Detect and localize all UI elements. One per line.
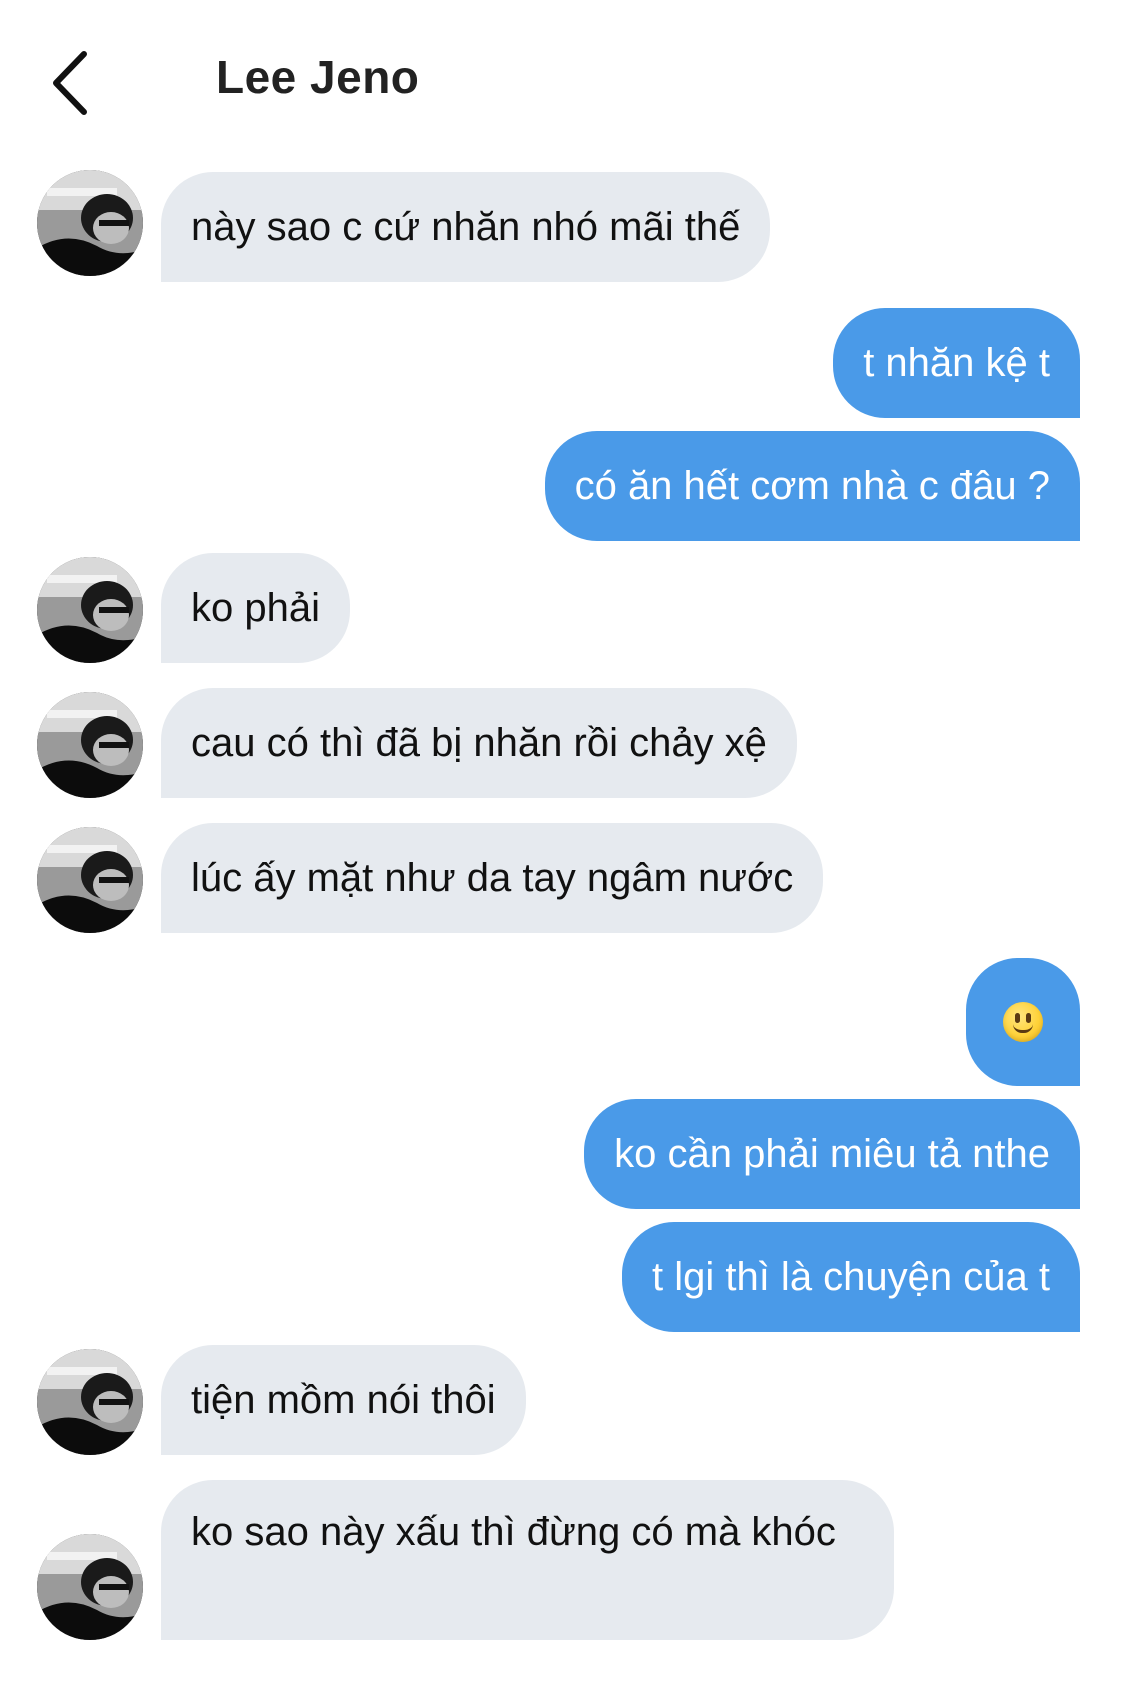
message-text: lúc ấy mặt như da tay ngâm nước <box>191 856 794 900</box>
contact-avatar[interactable] <box>37 1349 143 1455</box>
message-bubble-outgoing[interactable]: ko cần phải miêu tả nthe <box>584 1099 1080 1209</box>
message-bubble-incoming[interactable]: tiện mồm nói thôi <box>161 1345 526 1455</box>
message-text: tiện mồm nói thôi <box>191 1378 496 1422</box>
contact-avatar[interactable] <box>37 692 143 798</box>
message-bubble-incoming[interactable]: ko phải <box>161 553 350 663</box>
message-text: này sao c cứ nhăn nhó mãi thế <box>191 205 741 249</box>
message-text: có ăn hết cơm nhà c đâu ? <box>574 464 1050 508</box>
chat-header: Lee Jeno <box>0 0 1124 150</box>
message-text: ko cần phải miêu tả nthe <box>614 1132 1050 1176</box>
message-bubble-outgoing[interactable]: t lgi thì là chuyện của t <box>621 1222 1080 1332</box>
message-bubble-incoming[interactable]: này sao c cứ nhăn nhó mãi thế <box>161 172 771 282</box>
contact-avatar[interactable] <box>37 170 143 276</box>
message-bubble-outgoing[interactable] <box>966 958 1080 1086</box>
message-text: t lgi thì là chuyện của t <box>651 1255 1050 1299</box>
back-button[interactable] <box>30 38 100 128</box>
message-text: ko sao này xấu thì đừng có mà khóc <box>191 1510 836 1554</box>
message-bubble-outgoing[interactable]: có ăn hết cơm nhà c đâu ? <box>544 431 1080 541</box>
message-text: t nhăn kệ t <box>863 341 1050 385</box>
contact-avatar[interactable] <box>37 557 143 663</box>
contact-avatar[interactable] <box>37 1534 143 1640</box>
message-bubble-incoming[interactable]: cau có thì đã bị nhăn rồi chảy xệ <box>161 688 797 798</box>
chat-screen: Lee Jeno này sao c cứ nhăn nhó mãi thế t… <box>0 0 1124 1699</box>
slightly-smiling-face-icon <box>1003 1002 1043 1042</box>
contact-name: Lee Jeno <box>216 51 420 103</box>
contact-avatar[interactable] <box>37 827 143 933</box>
message-text: ko phải <box>191 586 320 630</box>
chevron-left-icon <box>53 51 87 115</box>
message-bubble-outgoing[interactable]: t nhăn kệ t <box>833 308 1080 418</box>
message-bubble-incoming[interactable]: ko sao này xấu thì đừng có mà khóc <box>161 1480 894 1640</box>
message-bubble-incoming[interactable]: lúc ấy mặt như da tay ngâm nước <box>161 823 824 933</box>
message-text: cau có thì đã bị nhăn rồi chảy xệ <box>191 721 767 765</box>
